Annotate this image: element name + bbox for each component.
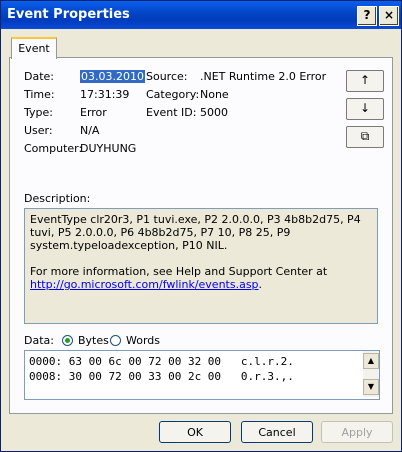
type-label: Type: <box>24 106 53 119</box>
cancel-button[interactable]: Cancel <box>241 421 313 443</box>
eventid-label: Event ID: <box>146 106 197 119</box>
words-label: Words <box>126 334 161 347</box>
data-line: 0008: 30 00 72 00 33 00 2c 00 0.r.3.,. <box>29 370 294 383</box>
tab-area: Event Date: 03.03.2010 Time: 17:31:39 Ty… <box>9 37 393 415</box>
previous-event-button[interactable]: ↑ <box>346 70 384 92</box>
window-title: Event Properties <box>7 7 130 22</box>
description-text: EventType clr20r3, P1 tuvi.exe, P2 2.0.0… <box>30 213 361 252</box>
help-link-line: http://go.microsoft.com/fwlink/events.as… <box>30 278 263 291</box>
time-value: 17:31:39 <box>80 88 130 101</box>
category-value: None <box>200 88 229 101</box>
description-label: Description: <box>24 192 91 205</box>
user-label: User: <box>24 124 53 137</box>
ok-button[interactable]: OK <box>159 421 231 443</box>
copy-icon: ⧉ <box>360 129 370 143</box>
bytes-label: Bytes <box>78 334 109 347</box>
title-bar[interactable]: Event Properties ? × <box>1 1 401 29</box>
scroll-down-icon[interactable]: ▼ <box>363 379 379 395</box>
arrow-down-icon: ↓ <box>359 101 371 115</box>
next-event-button[interactable]: ↓ <box>346 98 384 120</box>
tab-event[interactable]: Event <box>11 37 57 59</box>
data-label: Data: <box>24 334 54 347</box>
help-button[interactable]: ? <box>357 6 377 26</box>
arrow-up-icon: ↑ <box>359 73 371 87</box>
more-info-text: For more information, see Help and Suppo… <box>30 265 328 278</box>
description-box[interactable]: EventType clr20r3, P1 tuvi.exe, P2 2.0.0… <box>24 208 378 324</box>
event-panel: Date: 03.03.2010 Time: 17:31:39 Type: Er… <box>9 57 393 414</box>
copy-button[interactable]: ⧉ <box>346 126 384 148</box>
date-label: Date: <box>24 70 54 83</box>
apply-button[interactable]: Apply <box>321 421 393 443</box>
scroll-up-icon[interactable]: ▲ <box>363 353 379 369</box>
user-value: N/A <box>80 124 100 137</box>
time-label: Time: <box>24 88 55 101</box>
bytes-radio[interactable] <box>62 335 73 346</box>
source-value: .NET Runtime 2.0 Error <box>200 70 327 83</box>
data-box[interactable]: 0000: 63 00 6c 00 72 00 32 00 c.l.r.2. 0… <box>24 350 380 400</box>
source-label: Source: <box>146 70 188 83</box>
eventid-value: 5000 <box>200 106 228 119</box>
computer-label: Computer: <box>24 142 83 155</box>
type-value: Error <box>80 106 107 119</box>
computer-value: DUYHUNG <box>80 142 137 155</box>
data-line: 0000: 63 00 6c 00 72 00 32 00 c.l.r.2. <box>29 355 294 368</box>
date-value[interactable]: 03.03.2010 <box>80 70 145 83</box>
help-link[interactable]: http://go.microsoft.com/fwlink/events.as… <box>30 278 259 291</box>
event-properties-window: Event Properties ? × Event Date: 03.03.2… <box>0 0 402 452</box>
data-scrollbar[interactable]: ▲ ▼ <box>363 351 379 397</box>
close-button[interactable]: × <box>379 6 399 26</box>
words-radio[interactable] <box>110 335 121 346</box>
category-label: Category: <box>146 88 200 101</box>
